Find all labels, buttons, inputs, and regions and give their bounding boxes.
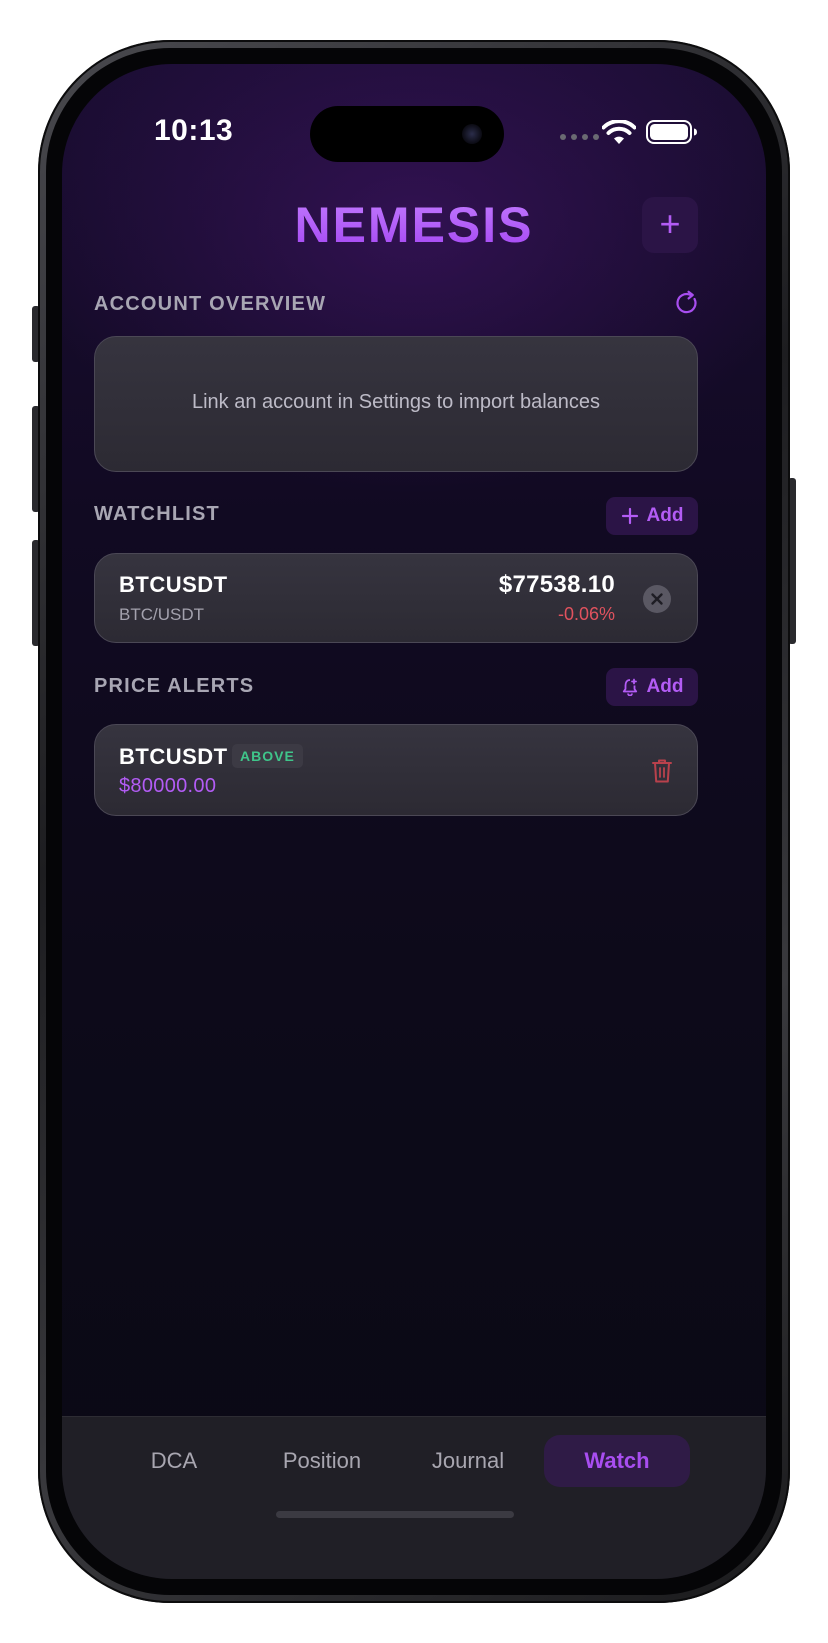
watchlist-add-button[interactable]: Add [606,497,698,535]
wifi-icon [602,120,636,144]
alert-target-price: $80000.00 [119,775,217,797]
watchlist-item[interactable]: BTCUSDT BTC/USDT $77538.10 -0.06% [94,553,698,643]
price-alert-item[interactable]: BTCUSDT ABOVE $80000.00 [94,724,698,816]
trash-icon[interactable] [651,758,673,784]
home-indicator[interactable] [276,1511,514,1518]
watchlist-pair: BTC/USDT [119,605,204,624]
watchlist-price: $77538.10 [498,571,615,598]
app-screen: 10:13 NEMESIS + ACCOUNT OVERVIEW Link an… [62,64,766,1579]
battery-icon [646,120,697,144]
remove-watchlist-item-button[interactable] [643,585,671,613]
close-icon [651,593,663,605]
dynamic-island [310,106,504,162]
front-camera-icon [462,124,482,144]
alert-direction-badge: ABOVE [232,744,303,768]
watchlist-change: -0.06% [557,604,615,624]
alert-symbol: BTCUSDT [119,744,228,769]
price-alerts-heading: PRICE ALERTS [94,675,255,697]
watchlist-add-label: Add [646,505,684,526]
refresh-icon[interactable] [674,290,700,316]
cellular-signal-icon [560,134,599,140]
account-overview-card: Link an account in Settings to import ba… [94,336,698,472]
tab-watch[interactable]: Watch [544,1435,690,1487]
add-button[interactable]: + [642,197,698,253]
price-alert-add-button[interactable]: Add [606,668,698,706]
tab-bar: DCA Position Journal Watch [62,1416,766,1579]
plus-icon [621,507,638,525]
phone-frame: 10:13 NEMESIS + ACCOUNT OVERVIEW Link an… [38,40,790,1603]
status-time: 10:13 [154,114,234,147]
tab-dca[interactable]: DCA [124,1435,224,1487]
watchlist-symbol: BTCUSDT [119,572,228,597]
account-overview-empty-message: Link an account in Settings to import ba… [191,391,601,413]
bell-plus-icon [622,678,637,696]
price-alert-add-label: Add [646,676,684,697]
tab-journal[interactable]: Journal [412,1435,524,1487]
tab-position[interactable]: Position [262,1435,382,1487]
watchlist-heading: WATCHLIST [94,503,220,525]
account-overview-heading: ACCOUNT OVERVIEW [94,293,327,315]
